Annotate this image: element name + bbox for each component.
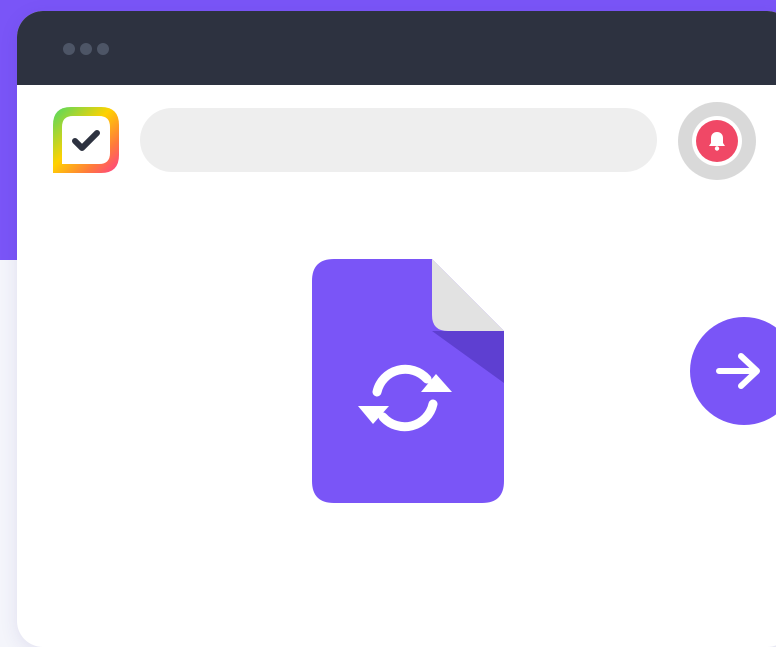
checkmark-chat-logo-icon — [53, 107, 119, 173]
window-titlebar — [17, 11, 776, 85]
window-dot[interactable] — [63, 43, 75, 55]
notification-button[interactable] — [678, 102, 756, 180]
search-input[interactable] — [140, 108, 657, 172]
window-dot[interactable] — [97, 43, 109, 55]
app-window — [17, 11, 776, 647]
bell-icon — [696, 120, 738, 162]
next-button[interactable] — [690, 317, 776, 425]
arrow-right-icon — [716, 353, 760, 389]
window-dot[interactable] — [80, 43, 92, 55]
notification-ring — [692, 116, 742, 166]
file-sync-icon — [312, 259, 504, 503]
